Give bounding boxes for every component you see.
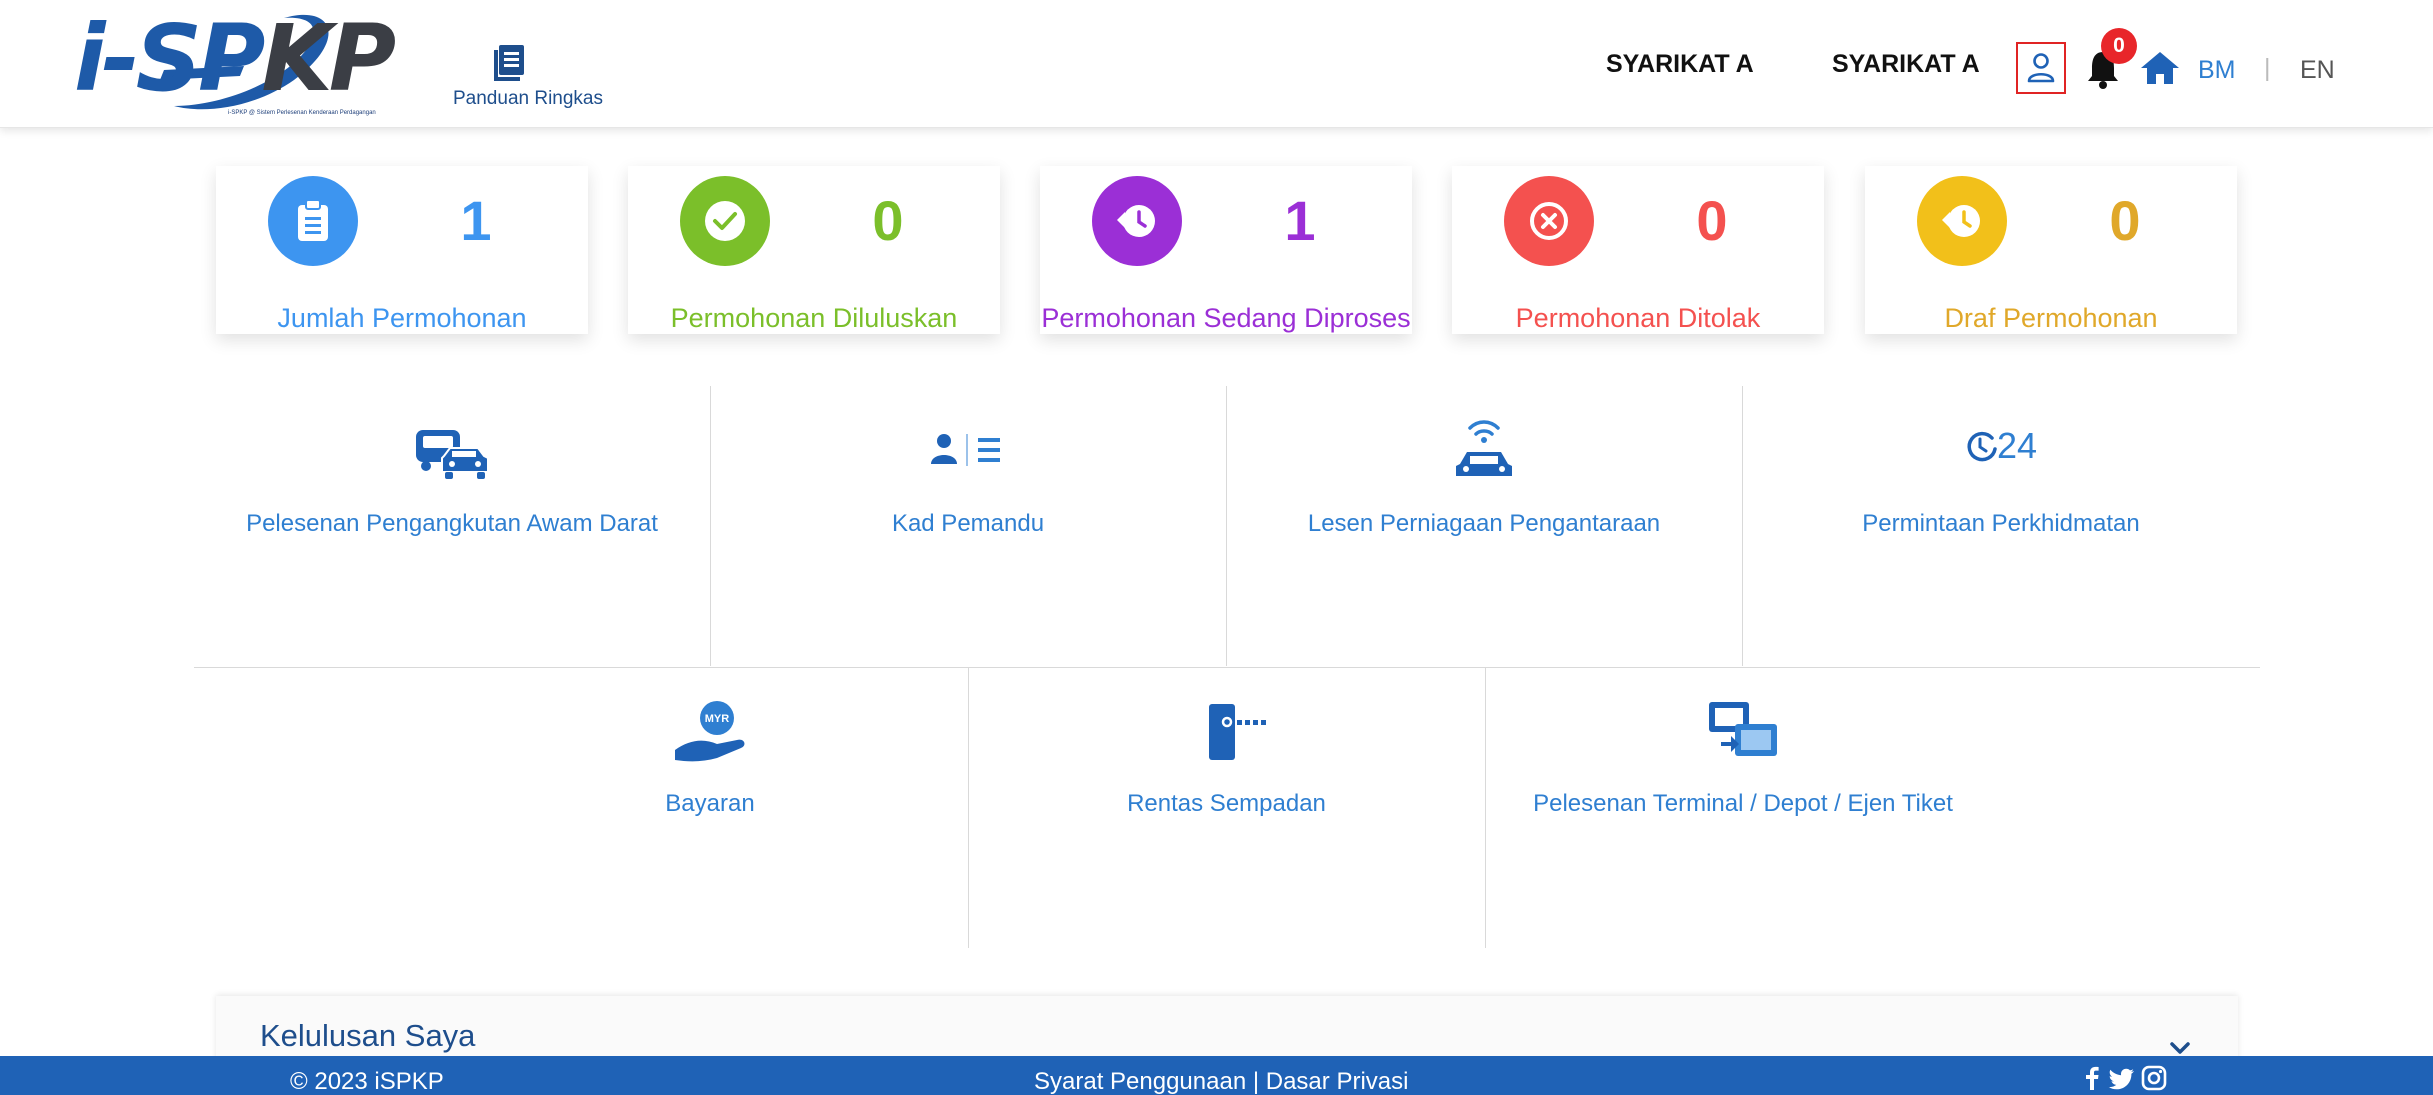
footer-link-separator: | xyxy=(1252,1068,1260,1095)
stat-card-draft[interactable]: 0 Draf Permohonan xyxy=(1865,166,2237,334)
stat-icon-circle xyxy=(1092,176,1182,266)
logo-text: i-SPKP xyxy=(74,5,396,112)
payment-hand-icon: MYR xyxy=(675,701,745,762)
stat-count: 0 xyxy=(1696,189,1728,252)
guide-label: Panduan Ringkas xyxy=(453,88,603,109)
tile-icon-wrap: 24 xyxy=(1742,428,2260,464)
footer-links: Syarat Penggunaan | Dasar Privasi xyxy=(1034,1068,1408,1095)
myr-text: MYR xyxy=(705,713,730,725)
logo-tagline: i-SPKP @ Sistem Perlesenan Kenderaan Per… xyxy=(228,110,376,116)
tile-icon-wrap xyxy=(1226,416,1742,482)
stat-label: Permohonan Diluluskan xyxy=(670,303,958,333)
company-name-1[interactable]: SYARIKAT A xyxy=(1606,50,1754,79)
history-icon xyxy=(1942,205,1980,237)
tile-label: Lesen Perniagaan Pengantaraan xyxy=(1307,510,1661,537)
privacy-link[interactable]: Dasar Privasi xyxy=(1266,1068,1409,1095)
guide-link[interactable]: Panduan Ringkas xyxy=(448,44,608,116)
service-24-text: 24 xyxy=(1996,425,2038,466)
service-tile-service-request[interactable]: 24 Permintaan Perkhidmatan xyxy=(1742,386,2260,666)
service-tile-border-crossing[interactable]: Rentas Sempadan xyxy=(968,668,1485,948)
tile-label: Kad Pemandu xyxy=(891,510,1045,537)
tile-label: Rentas Sempadan xyxy=(1127,790,1326,817)
terms-link[interactable]: Syarat Penggunaan xyxy=(1034,1068,1246,1095)
approval-title: Kelulusan Saya xyxy=(260,1018,476,1053)
service-tile-land-transport[interactable]: Pelesenan Pengangkutan Awam Darat xyxy=(194,386,710,666)
stat-count: 1 xyxy=(1284,189,1316,252)
driver-card-icon xyxy=(931,434,1000,466)
service-tile-intermediary-license[interactable]: Lesen Perniagaan Pengantaraan xyxy=(1226,386,1742,666)
clock-arrow-icon xyxy=(1967,431,1997,462)
twitter-icon[interactable] xyxy=(2108,1064,2136,1092)
stat-icon-circle xyxy=(1917,176,2007,266)
tile-icon-wrap: MYR xyxy=(452,700,968,764)
tile-label: Pelesenan Pengangkutan Awam Darat xyxy=(246,510,658,537)
home-icon[interactable] xyxy=(2140,50,2180,86)
connected-car-icon xyxy=(1456,420,1512,476)
tile-label: Permintaan Perkhidmatan xyxy=(1862,510,2140,537)
facebook-icon[interactable] xyxy=(2078,1064,2106,1092)
notification-badge: 0 xyxy=(2101,28,2137,64)
stat-label: Draf Permohonan xyxy=(1944,303,2158,333)
lang-bm-link[interactable]: BM xyxy=(2198,56,2236,85)
clipboard-icon xyxy=(298,199,328,241)
stat-count: 0 xyxy=(2109,189,2141,252)
instagram-icon[interactable] xyxy=(2140,1064,2168,1092)
tile-label: Pelesenan Terminal / Depot / Ejen Tiket xyxy=(1533,790,1953,817)
stat-card-approved[interactable]: 0 Permohonan Diluluskan xyxy=(628,166,1000,334)
lang-en-link[interactable]: EN xyxy=(2300,56,2335,85)
logo-text-suffix: KP xyxy=(261,5,396,112)
service-tile-terminal-license[interactable]: Pelesenan Terminal / Depot / Ejen Tiket xyxy=(1485,668,2001,948)
tile-icon-wrap xyxy=(194,426,710,482)
lang-separator: | xyxy=(2264,54,2271,82)
tile-icon-wrap xyxy=(710,432,1226,468)
top-header: i-SPKP i-SPKP @ Sistem Perlesenan Kender… xyxy=(0,0,2433,128)
check-icon xyxy=(705,201,745,241)
stat-label: Permohonan Sedang Diproses xyxy=(1041,303,1411,333)
tile-icon-wrap xyxy=(968,700,1485,762)
service-tile-driver-card[interactable]: Kad Pemandu xyxy=(710,386,1226,666)
footer: © 2023 iSPKP Syarat Penggunaan | Dasar P… xyxy=(0,1056,2433,1095)
company-name-2[interactable]: SYARIKAT A xyxy=(1832,50,1980,79)
stat-count: 0 xyxy=(872,189,904,252)
stat-icon-circle xyxy=(1504,176,1594,266)
cancel-icon xyxy=(1530,202,1568,240)
terminal-icon xyxy=(1709,702,1777,756)
tile-icon-wrap xyxy=(1485,698,2001,762)
border-crossing-icon xyxy=(1208,704,1266,760)
stat-card-rejected[interactable]: 0 Permohonan Ditolak xyxy=(1452,166,1824,334)
user-icon xyxy=(2027,53,2055,83)
stat-card-total[interactable]: 1 Jumlah Permohonan xyxy=(216,166,588,334)
tile-label: Bayaran xyxy=(665,790,755,817)
history-icon xyxy=(1117,205,1155,237)
stat-icon-circle xyxy=(680,176,770,266)
logo-text-prefix: i-SP xyxy=(74,5,265,112)
bus-car-icon xyxy=(416,430,489,479)
stat-count: 1 xyxy=(460,189,492,252)
stat-label: Jumlah Permohonan xyxy=(277,303,527,333)
book-icon xyxy=(494,45,524,81)
stat-label: Permohonan Ditolak xyxy=(1515,303,1761,333)
footer-copyright: © 2023 iSPKP xyxy=(290,1068,444,1095)
profile-button[interactable] xyxy=(2016,42,2066,94)
stat-card-processing[interactable]: 1 Permohonan Sedang Diproses xyxy=(1040,166,1412,334)
stat-icon-circle xyxy=(268,176,358,266)
ispkp-logo[interactable]: i-SPKP i-SPKP @ Sistem Perlesenan Kender… xyxy=(74,6,430,124)
service-tile-payment[interactable]: MYR Bayaran xyxy=(452,668,968,948)
service-24-icon: 24 xyxy=(1965,428,2037,464)
